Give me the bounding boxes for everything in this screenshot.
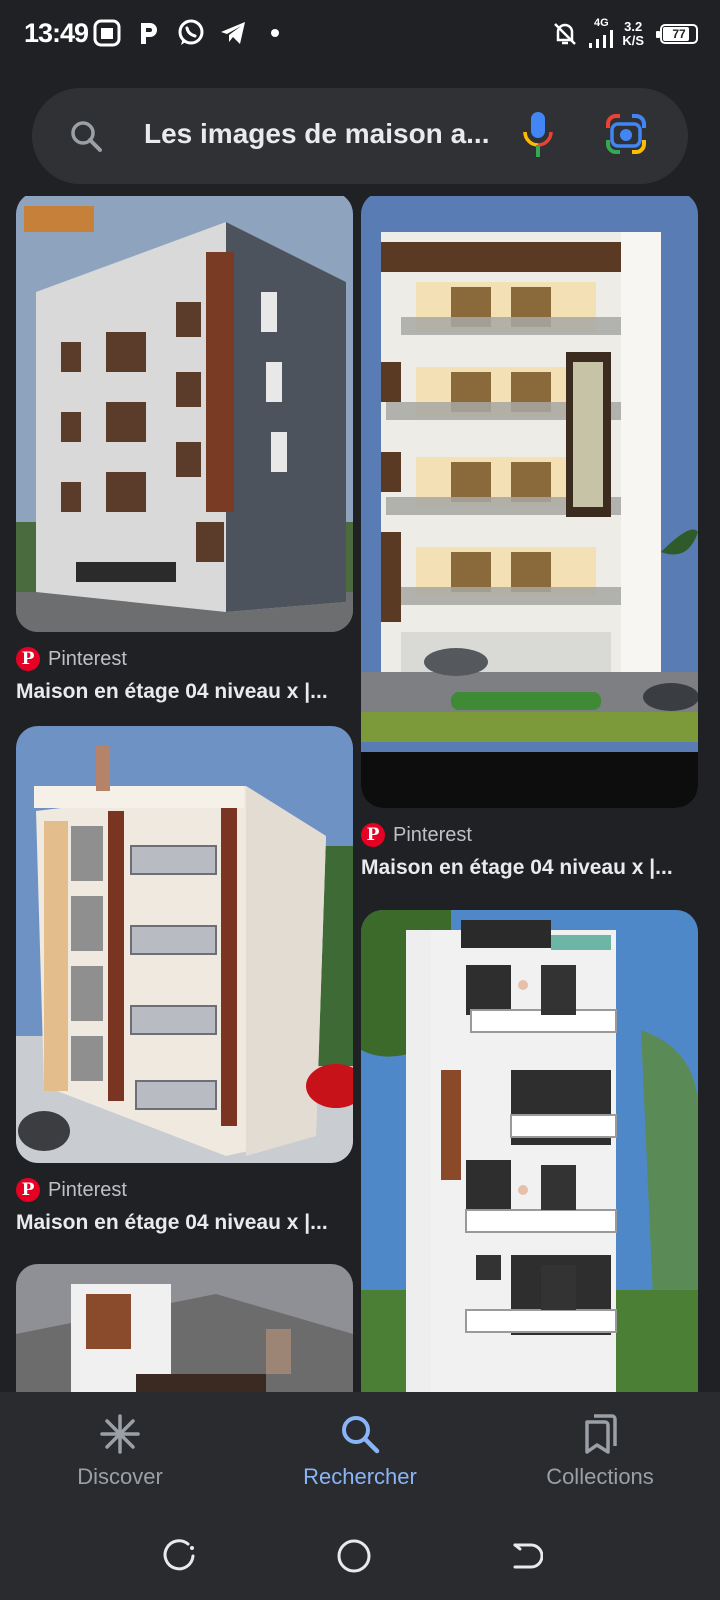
search-icon — [342, 1416, 380, 1454]
results-grid: P Pinterest Maison en étage 04 niveau x … — [0, 196, 720, 1392]
source-name: Pinterest — [48, 1178, 127, 1201]
nav-rechercher[interactable]: Rechercher — [240, 1392, 480, 1512]
result-thumbnail-modern-house[interactable] — [16, 1264, 353, 1392]
battery-level: 77 — [672, 26, 686, 41]
result-source: P Pinterest — [361, 822, 698, 848]
status-bar: 13:49 4G 3.2 K/S 77 — [0, 0, 720, 72]
speed-value: 3.2 — [624, 18, 643, 34]
result-source: P Pinterest — [16, 646, 353, 672]
microphone-icon[interactable] — [520, 108, 556, 164]
network-type: 4G — [593, 17, 609, 29]
back-icon — [513, 1543, 543, 1569]
nav-collections[interactable]: Collections — [480, 1392, 720, 1512]
nav-rechercher-label: Rechercher — [303, 1464, 417, 1489]
signal-bars-icon — [589, 30, 614, 48]
result-thumbnail-building-beige[interactable] — [16, 726, 353, 1163]
screen: 13:49 4G 3.2 K/S 77 Les images de maison… — [0, 0, 720, 1600]
search-query-text[interactable]: Les images de maison a... — [144, 118, 504, 150]
nav-discover[interactable]: Discover — [0, 1392, 240, 1512]
result-card[interactable]: P Pinterest Maison en étage 04 niveau x … — [16, 726, 353, 1235]
google-lens-icon[interactable] — [604, 112, 648, 156]
pinterest-logo-icon: P — [16, 647, 40, 671]
result-card[interactable]: P Pinterest Maison en étage 04 niveau x … — [361, 196, 698, 880]
home-button[interactable] — [332, 1534, 376, 1578]
speed-unit: K/S — [622, 32, 644, 48]
result-title[interactable]: Maison en étage 04 niveau x |... — [16, 680, 353, 704]
result-title[interactable]: Maison en étage 04 niveau x |... — [16, 1211, 353, 1235]
source-name: Pinterest — [393, 823, 472, 846]
result-thumbnail-narrow-tower[interactable] — [361, 910, 698, 1392]
pinterest-logo-icon: P — [16, 1178, 40, 1202]
gallery-notification-icon — [92, 18, 122, 48]
more-notifications-dot-icon — [260, 18, 290, 48]
bottom-navigation: Discover Rechercher Collections — [0, 1392, 720, 1512]
back-button[interactable] — [503, 1534, 547, 1578]
telegram-icon — [218, 18, 248, 48]
notification-icons — [92, 18, 290, 48]
result-source: P Pinterest — [16, 1177, 353, 1203]
result-card[interactable]: P Pinterest Maison en étage 04 niveau x … — [16, 196, 353, 704]
result-thumbnail-building-brown-balconies[interactable] — [361, 196, 698, 808]
recent-apps-icon — [163, 1539, 195, 1571]
result-card[interactable] — [16, 1264, 353, 1392]
home-circle-icon — [337, 1539, 371, 1573]
system-navigation-bar — [0, 1512, 720, 1600]
mute-icon — [550, 19, 580, 49]
status-right: 4G 3.2 K/S 77 — [550, 18, 698, 49]
nav-discover-label: Discover — [77, 1464, 163, 1489]
data-speed: 3.2 K/S — [622, 18, 644, 48]
battery-icon: 77 — [656, 23, 698, 44]
nav-collections-label: Collections — [546, 1464, 654, 1489]
signal-indicator: 4G — [588, 18, 614, 49]
result-thumbnail-building-grey[interactable] — [16, 196, 353, 632]
recent-apps-button[interactable] — [158, 1534, 202, 1578]
result-card[interactable] — [361, 910, 698, 1392]
p-app-icon — [134, 18, 164, 48]
bookmarks-icon — [585, 1414, 617, 1454]
search-bar[interactable]: Les images de maison a... — [32, 88, 688, 184]
pinterest-logo-icon: P — [361, 823, 385, 847]
search-icon[interactable] — [68, 118, 104, 154]
asterisk-icon — [100, 1414, 140, 1454]
result-title[interactable]: Maison en étage 04 niveau x |... — [361, 856, 698, 880]
source-name: Pinterest — [48, 647, 127, 670]
whatsapp-icon — [176, 18, 206, 48]
status-time: 13:49 — [24, 18, 89, 48]
